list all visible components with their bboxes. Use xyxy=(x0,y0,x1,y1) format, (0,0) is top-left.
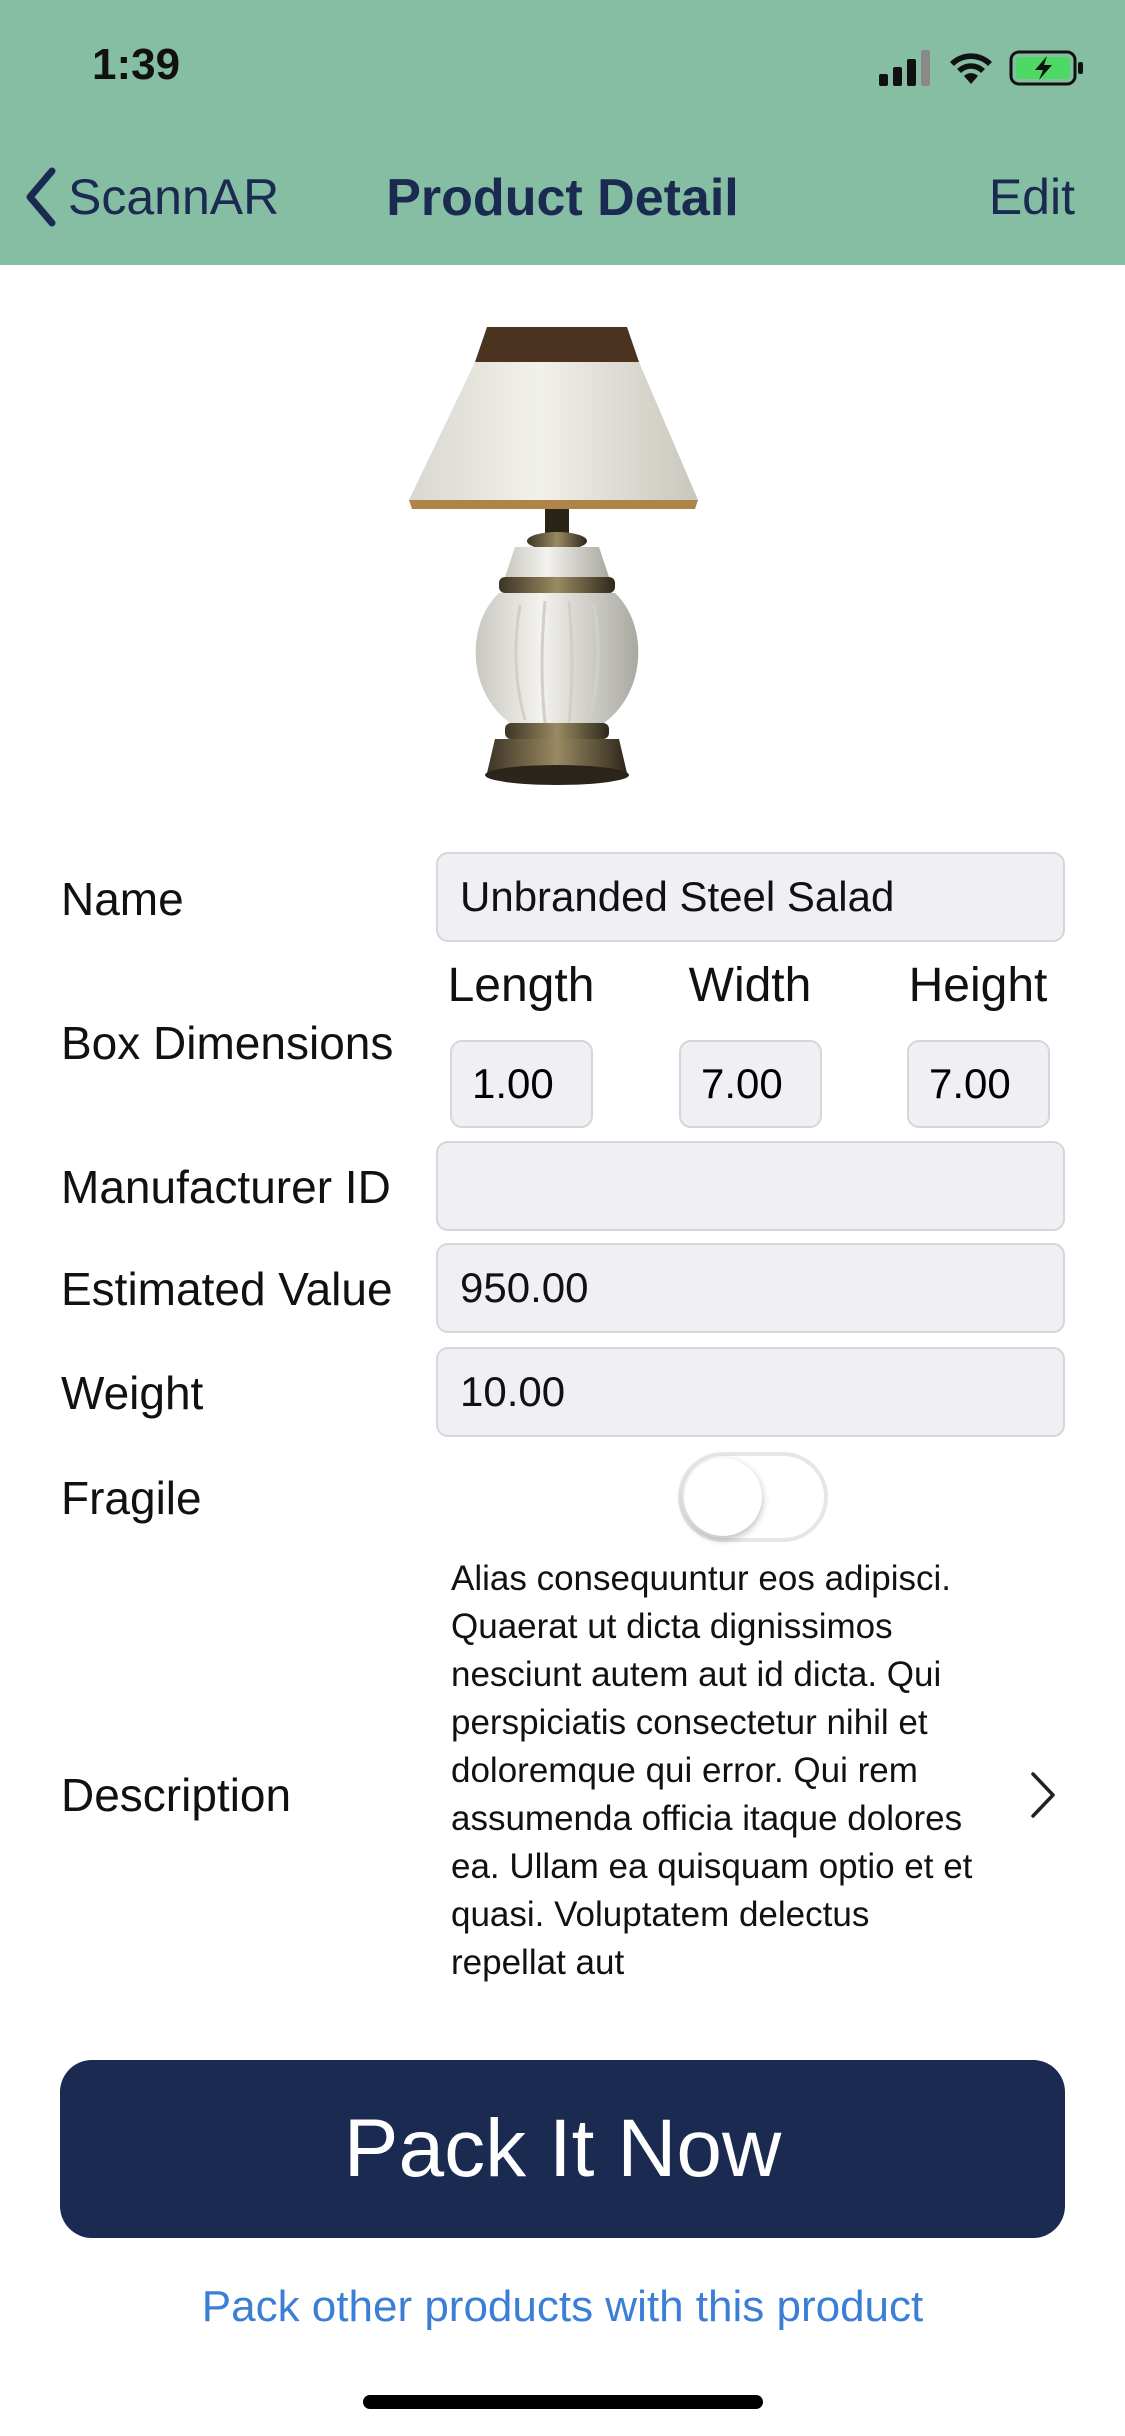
description-label: Description xyxy=(61,1769,292,1821)
navigation-header: 1:39 ScannAR Product Detail Edit xyxy=(0,0,1125,265)
fragile-toggle[interactable] xyxy=(678,1452,828,1542)
edit-button[interactable]: Edit xyxy=(989,168,1075,226)
signal-icon xyxy=(879,50,930,86)
weight-label: Weight xyxy=(61,1367,204,1419)
fragile-label: Fragile xyxy=(61,1472,202,1524)
width-header: Width xyxy=(688,959,812,1012)
estimated-value-label: Estimated Value xyxy=(61,1263,393,1315)
toggle-knob xyxy=(684,1458,762,1536)
home-indicator[interactable] xyxy=(363,2395,763,2409)
height-header: Height xyxy=(908,959,1048,1012)
battery-charging-icon xyxy=(1009,50,1083,86)
name-field[interactable]: Unbranded Steel Salad xyxy=(436,852,1065,942)
box-dimensions-label: Box Dimensions xyxy=(61,1017,394,1069)
page-title: Product Detail xyxy=(0,168,1125,228)
name-label: Name xyxy=(61,873,184,925)
chevron-right-icon[interactable] xyxy=(1028,1770,1058,1820)
pack-other-products-link[interactable]: Pack other products with this product xyxy=(0,2282,1125,2332)
wifi-icon xyxy=(950,53,992,84)
weight-field[interactable]: 10.00 xyxy=(436,1347,1065,1437)
product-image xyxy=(409,327,698,785)
manufacturer-id-field[interactable] xyxy=(436,1141,1065,1231)
length-header: Length xyxy=(447,959,595,1012)
length-field[interactable]: 1.00 xyxy=(450,1040,593,1128)
height-field[interactable]: 7.00 xyxy=(907,1040,1050,1128)
description-text[interactable]: Alias consequuntur eos adipisci. Quaerat… xyxy=(451,1555,991,1987)
manufacturer-id-label: Manufacturer ID xyxy=(61,1161,391,1213)
status-icons xyxy=(879,48,1085,88)
pack-it-now-button[interactable]: Pack It Now xyxy=(60,2060,1065,2238)
estimated-value-field[interactable]: 950.00 xyxy=(436,1243,1065,1333)
status-time: 1:39 xyxy=(92,40,181,89)
page-title-text: Product Detail xyxy=(386,169,739,227)
width-field[interactable]: 7.00 xyxy=(679,1040,822,1128)
